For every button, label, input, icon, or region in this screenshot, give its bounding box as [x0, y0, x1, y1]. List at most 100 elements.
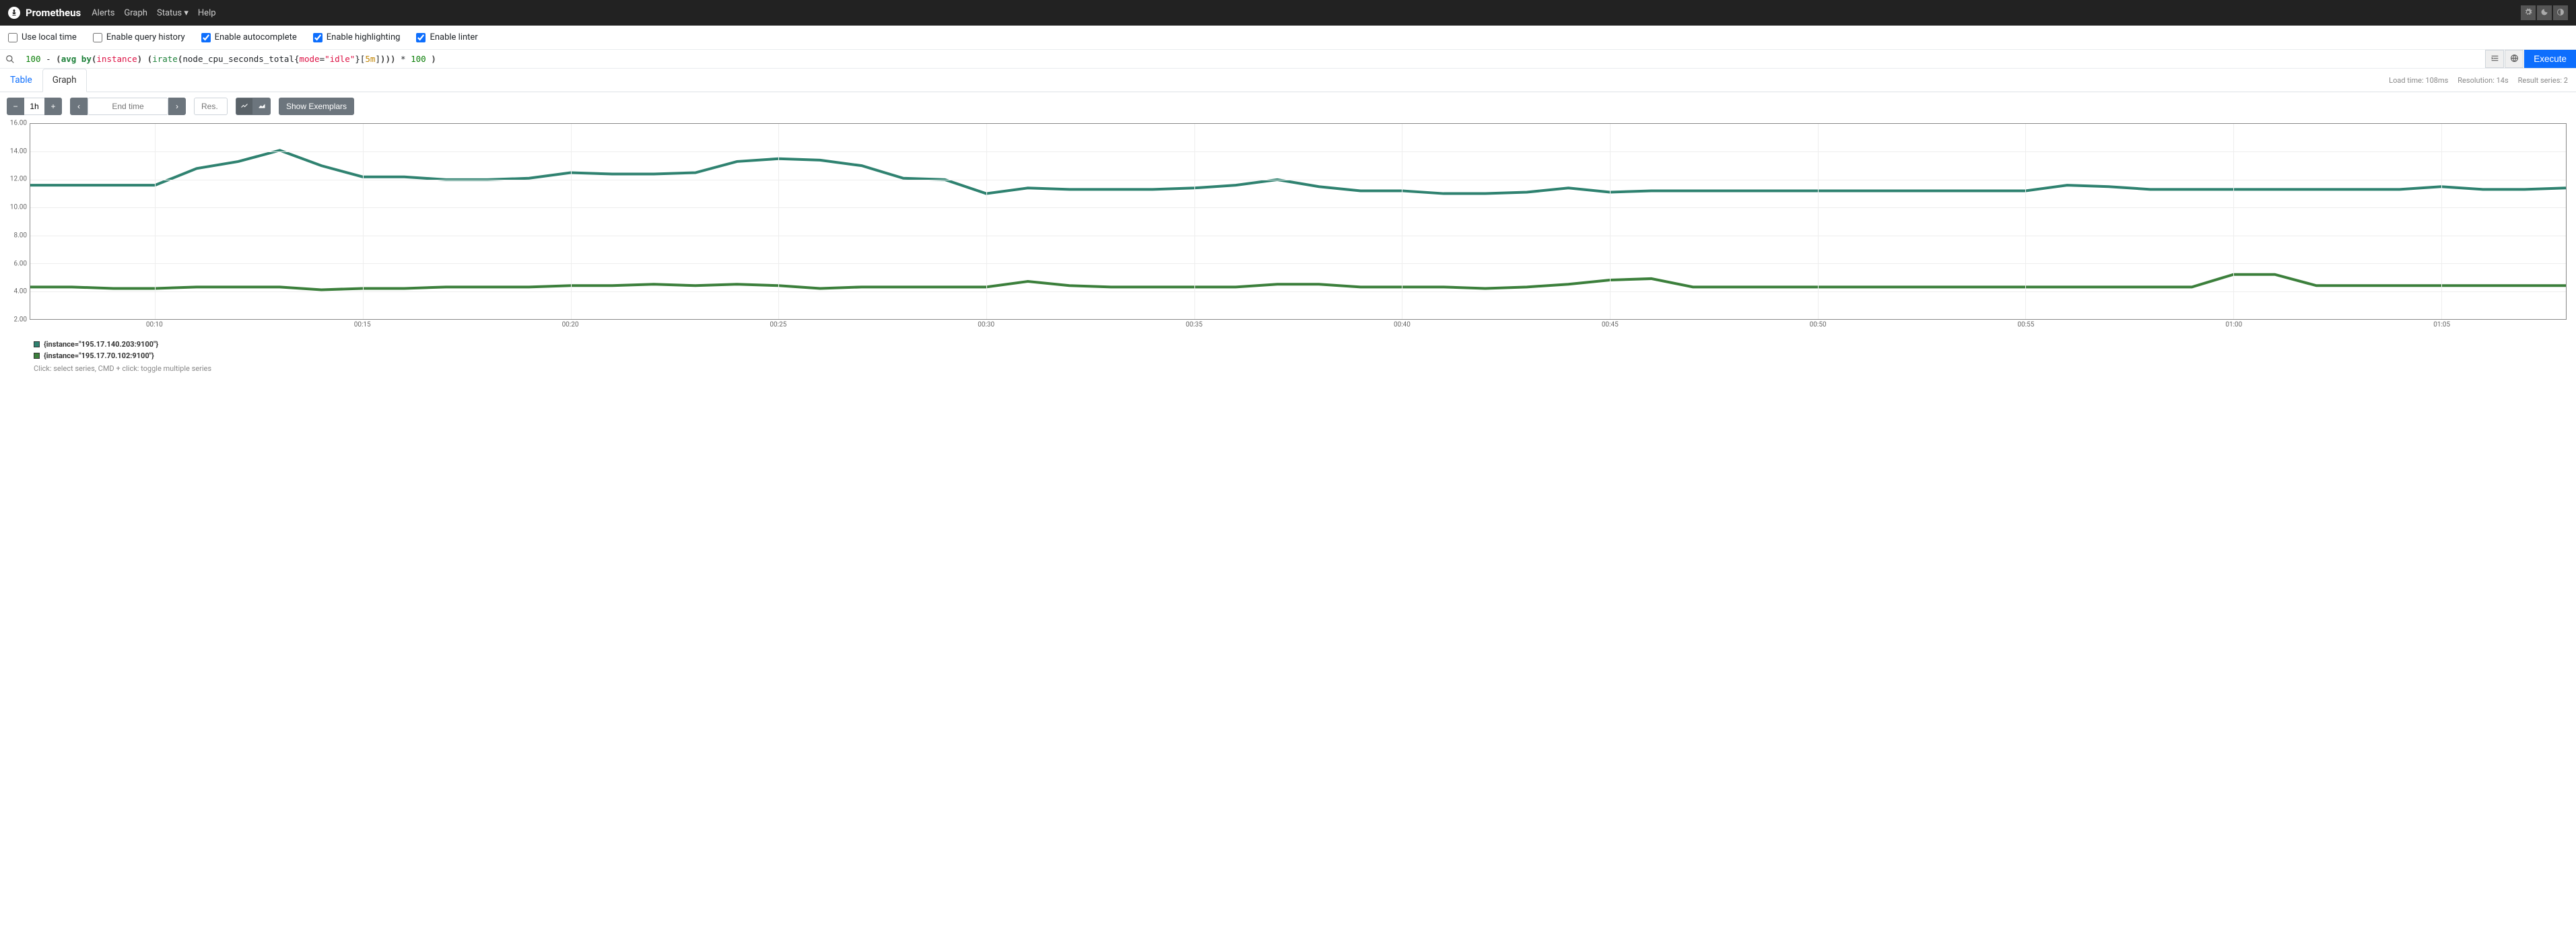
navbar-left: Prometheus Alerts Graph Status ▾ Help [8, 7, 216, 19]
gridline-v [2233, 124, 2234, 319]
plus-icon: + [50, 102, 55, 111]
brand[interactable]: Prometheus [8, 7, 81, 19]
option-3[interactable]: Enable highlighting [313, 32, 401, 42]
graph-controls: − + ‹ › Show Exemplars [0, 92, 2576, 120]
format-button[interactable] [2485, 50, 2504, 68]
contrast-button[interactable] [2553, 5, 2568, 20]
gridline-v [986, 124, 987, 319]
stat-resolution: Resolution: 14s [2458, 76, 2508, 85]
line-chart-icon [240, 102, 248, 112]
legend-item[interactable]: {instance="195.17.70.102:9100"} [34, 350, 2569, 361]
query-buttons: Execute [2485, 50, 2576, 68]
option-checkbox[interactable] [8, 33, 18, 42]
series-line[interactable] [30, 150, 2566, 193]
gridline-h [30, 291, 2566, 292]
navbar-right [2521, 5, 2568, 20]
x-tick: 00:50 [1810, 321, 1827, 329]
legend-item[interactable]: {instance="195.17.140.203:9100"} [34, 339, 2569, 350]
settings-button[interactable] [2521, 5, 2536, 20]
time-back-button[interactable]: ‹ [70, 98, 88, 115]
gear-icon [2524, 8, 2532, 18]
area-chart-icon [258, 102, 266, 112]
meta-row: Table Graph Load time: 108ms Resolution:… [0, 69, 2576, 92]
option-label: Enable linter [430, 32, 477, 42]
option-label: Enable query history [106, 32, 185, 42]
option-checkbox[interactable] [416, 33, 426, 42]
y-tick: 4.00 [14, 288, 28, 296]
y-tick: 10.00 [10, 204, 27, 211]
result-tabs: Table Graph [0, 69, 87, 92]
legend-label: {instance="195.17.70.102:9100"} [44, 351, 154, 360]
stat-series: Result series: 2 [2518, 76, 2568, 85]
tab-table[interactable]: Table [0, 69, 42, 92]
query-row: 100 - (avg by(instance) (irate(node_cpu_… [0, 50, 2576, 69]
theme-button[interactable] [2537, 5, 2552, 20]
options-bar: Use local time Enable query history Enable… [0, 26, 2576, 50]
option-2[interactable]: Enable autocomplete [201, 32, 297, 42]
nav-links: Alerts Graph Status ▾ Help [92, 8, 215, 18]
gridline-v [2441, 124, 2442, 319]
option-0[interactable]: Use local time [8, 32, 77, 42]
nav-graph[interactable]: Graph [124, 8, 147, 18]
x-tick: 00:20 [562, 321, 579, 329]
time-nav-group: ‹ › [70, 98, 186, 115]
range-decrease-button[interactable]: − [7, 98, 24, 115]
gridline-v [363, 124, 364, 319]
nav-alerts[interactable]: Alerts [92, 8, 114, 18]
gridline-h [30, 263, 2566, 264]
range-group: − + [7, 98, 62, 115]
nav-help[interactable]: Help [198, 8, 216, 18]
brand-text: Prometheus [26, 7, 81, 19]
plot-area[interactable] [30, 123, 2567, 320]
line-chart-button[interactable] [236, 98, 253, 115]
execute-button[interactable]: Execute [2524, 50, 2576, 68]
globe-button[interactable] [2505, 50, 2523, 68]
globe-icon [2510, 54, 2519, 65]
chart: 2.004.006.008.0010.0012.0014.0016.00 00:… [7, 123, 2569, 332]
caret-down-icon: ▾ [184, 8, 189, 18]
search-icon [0, 50, 20, 68]
gridline-v [155, 124, 156, 319]
chevron-right-icon: › [176, 102, 178, 111]
x-tick: 00:45 [1602, 321, 1619, 329]
range-increase-button[interactable]: + [44, 98, 62, 115]
x-tick: 01:00 [2225, 321, 2242, 329]
expression-input[interactable]: 100 - (avg by(instance) (irate(node_cpu_… [20, 50, 2485, 68]
minus-icon: − [13, 102, 18, 111]
tab-graph[interactable]: Graph [42, 69, 87, 92]
legend-swatch [34, 341, 40, 347]
chevron-left-icon: ‹ [77, 102, 80, 111]
legend: {instance="195.17.140.203:9100"}{instanc… [0, 332, 2576, 373]
option-checkbox[interactable] [201, 33, 211, 42]
gridline-v [2025, 124, 2026, 319]
y-tick: 8.00 [14, 232, 28, 239]
show-exemplars-button[interactable]: Show Exemplars [279, 98, 354, 115]
range-input[interactable] [24, 98, 44, 115]
gridline-h [30, 151, 2566, 152]
gridline-v [1194, 124, 1195, 319]
gridline-v [1610, 124, 1611, 319]
x-tick: 00:40 [1394, 321, 1411, 329]
series-line[interactable] [30, 275, 2566, 290]
option-label: Enable autocomplete [215, 32, 297, 42]
gridline-v [571, 124, 572, 319]
gridline-v [1818, 124, 1819, 319]
moon-icon [2540, 8, 2548, 18]
y-tick: 12.00 [10, 176, 27, 183]
prometheus-logo-icon [8, 7, 20, 19]
option-4[interactable]: Enable linter [416, 32, 477, 42]
nav-status[interactable]: Status ▾ [157, 8, 189, 18]
chart-type-group [236, 98, 271, 115]
stacked-chart-button[interactable] [253, 98, 271, 115]
stat-load-time: Load time: 108ms [2389, 76, 2448, 85]
option-1[interactable]: Enable query history [93, 32, 185, 42]
x-tick: 00:10 [146, 321, 163, 329]
legend-swatch [34, 353, 40, 359]
end-time-input[interactable] [88, 98, 168, 115]
resolution-input[interactable] [194, 98, 228, 115]
legend-hint: Click: select series, CMD + click: toggl… [34, 364, 2569, 373]
option-label: Use local time [22, 32, 77, 42]
time-forward-button[interactable]: › [168, 98, 186, 115]
option-checkbox[interactable] [313, 33, 323, 42]
option-checkbox[interactable] [93, 33, 102, 42]
